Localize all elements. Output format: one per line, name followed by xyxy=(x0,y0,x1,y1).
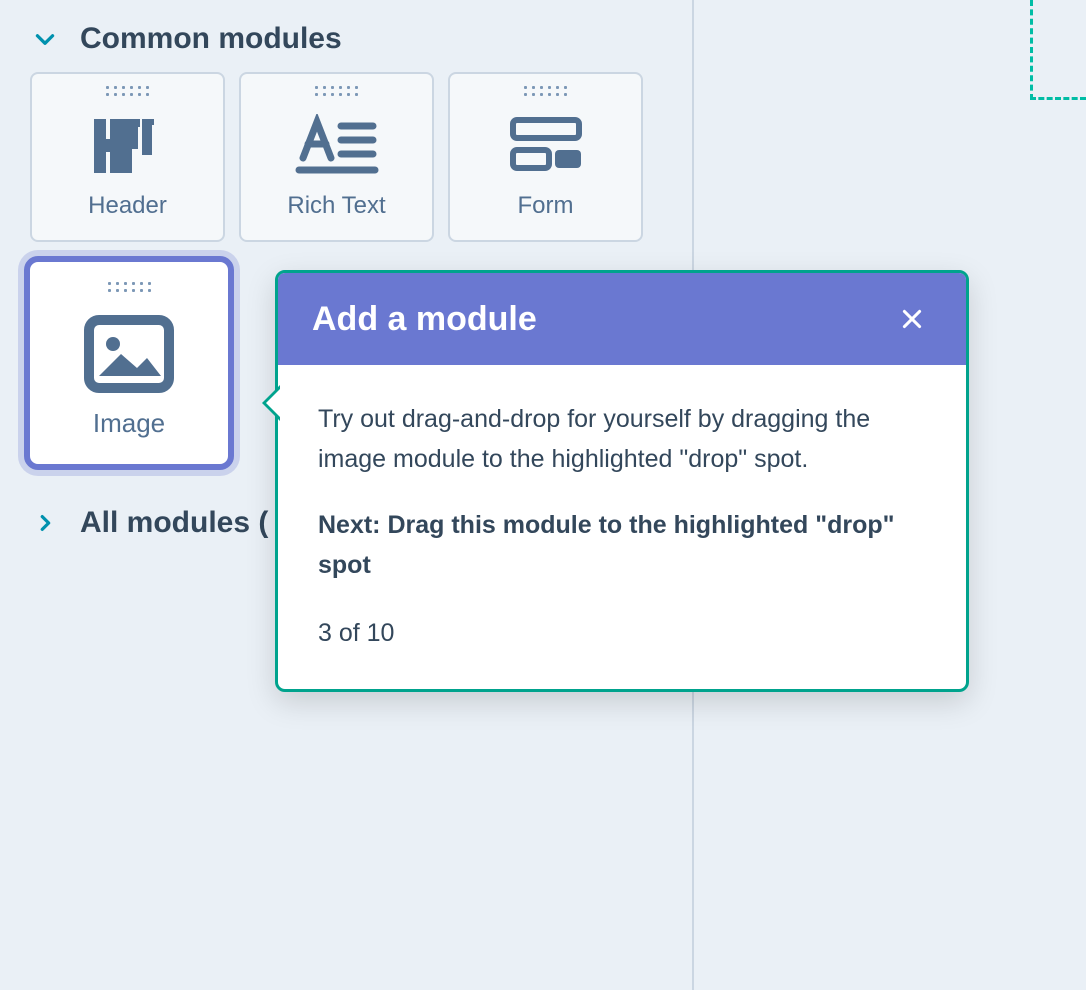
drag-grip-icon xyxy=(315,86,358,96)
drag-grip-icon xyxy=(108,282,151,292)
image-icon xyxy=(81,306,177,402)
module-label: Image xyxy=(93,408,165,439)
module-form[interactable]: Form xyxy=(448,72,643,242)
drag-grip-icon xyxy=(106,86,149,96)
drop-zone-hint xyxy=(1030,0,1086,100)
chevron-down-icon xyxy=(32,26,58,52)
close-icon[interactable] xyxy=(892,299,932,339)
form-icon xyxy=(507,110,585,182)
popover-header: Add a module xyxy=(278,273,966,365)
popover-pointer xyxy=(262,385,280,421)
module-label: Form xyxy=(518,192,574,220)
chevron-right-icon xyxy=(32,510,58,536)
popover-next-text: Next: Drag this module to the highlighte… xyxy=(318,505,926,585)
popover-body-text: Try out drag-and-drop for yourself by dr… xyxy=(318,399,926,479)
module-rich-text[interactable]: Rich Text xyxy=(239,72,434,242)
module-label: Header xyxy=(88,192,167,220)
popover-title: Add a module xyxy=(312,300,537,339)
header-icon xyxy=(88,110,168,182)
rich-text-icon xyxy=(295,110,379,182)
popover-step-count: 3 of 10 xyxy=(318,613,926,653)
drag-grip-icon xyxy=(524,86,567,96)
module-label: Rich Text xyxy=(287,192,385,220)
module-header[interactable]: Header xyxy=(30,72,225,242)
module-image[interactable]: Image xyxy=(24,256,234,470)
tutorial-popover: Add a module Try out drag-and-drop for y… xyxy=(275,270,969,692)
popover-body: Try out drag-and-drop for yourself by dr… xyxy=(278,365,966,689)
section-common-header[interactable]: Common modules xyxy=(0,0,1086,66)
section-common-title: Common modules xyxy=(80,22,342,56)
section-all-title: All modules ( xyxy=(80,506,268,540)
